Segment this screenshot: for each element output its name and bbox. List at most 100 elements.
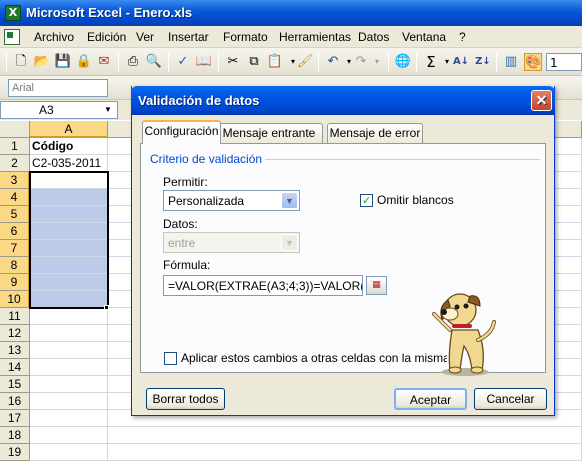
menu-archivo[interactable]: Archivo xyxy=(34,30,74,44)
workbook-icon[interactable] xyxy=(4,29,20,45)
menu-datos[interactable]: Datos xyxy=(358,30,389,44)
cell-a[interactable] xyxy=(30,291,108,308)
row-header[interactable]: 4 xyxy=(0,189,30,206)
row-header[interactable]: 15 xyxy=(0,376,30,393)
print-preview-icon[interactable]: 🔍 xyxy=(145,53,163,71)
cell-a[interactable] xyxy=(30,257,108,274)
column-header-a[interactable]: A xyxy=(30,121,108,138)
permission-icon[interactable]: 🔒 xyxy=(75,53,93,71)
select-all-corner[interactable] xyxy=(0,121,30,138)
cell-a[interactable] xyxy=(30,359,108,376)
print-icon[interactable]: ⎙ xyxy=(124,53,142,71)
fill-handle[interactable] xyxy=(104,305,109,310)
cut-icon[interactable]: ✂ xyxy=(224,53,242,71)
tab-configuracion[interactable]: Configuración xyxy=(142,120,221,144)
cell-b[interactable] xyxy=(108,427,582,444)
menu-help[interactable]: ? xyxy=(459,30,466,44)
sort-descending-icon[interactable]: Z↓ xyxy=(474,53,492,71)
row-header[interactable]: 14 xyxy=(0,359,30,376)
row-header[interactable]: 8 xyxy=(0,257,30,274)
menu-formato[interactable]: Formato xyxy=(223,30,268,44)
row-header[interactable]: 16 xyxy=(0,393,30,410)
row-header[interactable]: 12 xyxy=(0,325,30,342)
close-icon[interactable]: ✕ xyxy=(531,90,552,111)
permitir-value: Personalizada xyxy=(168,194,245,208)
cell-a[interactable] xyxy=(30,393,108,410)
cell-a[interactable] xyxy=(30,325,108,342)
excel-app-icon[interactable]: X xyxy=(5,5,21,21)
name-box-dropdown-icon[interactable]: ▼ xyxy=(101,103,115,117)
row-header[interactable]: 11 xyxy=(0,308,30,325)
cell-a[interactable] xyxy=(30,308,108,325)
menu-insertar[interactable]: Insertar xyxy=(168,30,209,44)
format-painter-icon[interactable]: 🖌 xyxy=(296,53,314,71)
redo-dropdown-icon[interactable]: ▾ xyxy=(368,53,386,71)
cell-a[interactable] xyxy=(30,240,108,257)
open-icon[interactable]: 📂 xyxy=(33,53,51,71)
hyperlink-icon[interactable]: 🌐 xyxy=(394,53,412,71)
row-header[interactable]: 13 xyxy=(0,342,30,359)
chevron-down-icon[interactable]: ▼ xyxy=(281,192,298,209)
menu-ventana[interactable]: Ventana xyxy=(402,30,446,44)
dialog-title: Validación de datos xyxy=(138,93,260,108)
chart-wizard-icon[interactable]: ▥ xyxy=(502,53,520,71)
window-title: Microsoft Excel - Enero.xls xyxy=(26,5,193,20)
new-icon[interactable]: 🗋 xyxy=(12,53,30,71)
formula-input[interactable]: =VALOR(EXTRAE(A3;4;3))=VALOR(EXTRAE( xyxy=(163,275,363,296)
row-header[interactable]: 7 xyxy=(0,240,30,257)
row-header[interactable]: 3 xyxy=(0,172,30,189)
toolbar-separator xyxy=(118,52,119,72)
tab-mensaje-error[interactable]: Mensaje de error xyxy=(327,123,423,143)
paste-icon[interactable]: 📋 xyxy=(266,53,284,71)
cell-a[interactable] xyxy=(30,444,108,461)
row-header[interactable]: 2 xyxy=(0,155,30,172)
name-box-value: A3 xyxy=(39,103,54,117)
row-header[interactable]: 1 xyxy=(0,138,30,155)
permitir-label: Permitir: xyxy=(163,175,208,189)
save-icon[interactable]: 💾 xyxy=(54,53,72,71)
cell-a[interactable]: C2-035-2011 xyxy=(30,155,108,172)
menu-edicion[interactable]: Edición xyxy=(87,30,126,44)
font-name-box[interactable]: Arial xyxy=(8,79,108,97)
clear-all-button[interactable]: Borrar todos xyxy=(146,388,225,410)
cell-a[interactable] xyxy=(30,342,108,359)
permitir-select[interactable]: Personalizada ▼ xyxy=(163,190,300,211)
data-validation-dialog: Validación de datos ✕ Mensaje entrante M… xyxy=(131,86,555,416)
copy-icon[interactable]: ⧉ xyxy=(245,53,263,71)
ok-button[interactable]: Aceptar xyxy=(394,388,467,410)
row-header[interactable]: 6 xyxy=(0,223,30,240)
cell-a[interactable] xyxy=(30,206,108,223)
row-header[interactable]: 5 xyxy=(0,206,30,223)
cell-a[interactable] xyxy=(30,189,108,206)
cell-a[interactable]: Código xyxy=(30,138,108,155)
menu-ver[interactable]: Ver xyxy=(136,30,154,44)
menu-herramientas[interactable]: Herramientas xyxy=(279,30,351,44)
sort-ascending-icon[interactable]: A↓ xyxy=(452,53,470,71)
research-icon[interactable]: 📖 xyxy=(195,53,213,71)
row-header[interactable]: 19 xyxy=(0,444,30,461)
row-header[interactable]: 18 xyxy=(0,427,30,444)
zoom-box[interactable]: 1 xyxy=(546,53,582,71)
range-selector-icon[interactable]: ▦ xyxy=(366,276,387,295)
cell-a[interactable] xyxy=(30,172,108,189)
omitir-blancos-label: Omitir blancos xyxy=(377,193,454,207)
toolbar-separator xyxy=(416,52,417,72)
spelling-icon[interactable]: ✓ xyxy=(174,53,192,71)
datos-select: entre ▼ xyxy=(163,232,300,253)
cell-a[interactable] xyxy=(30,274,108,291)
cell-a[interactable] xyxy=(30,410,108,427)
cell-b[interactable] xyxy=(108,444,582,461)
cell-a[interactable] xyxy=(30,223,108,240)
email-icon[interactable]: ✉ xyxy=(95,53,113,71)
name-box[interactable]: A3 ▼ xyxy=(0,101,118,119)
apply-all-checkbox[interactable] xyxy=(164,352,177,365)
cell-a[interactable] xyxy=(30,376,108,393)
row-header[interactable]: 10 xyxy=(0,291,30,308)
drawing-icon[interactable]: 🎨 xyxy=(524,53,542,71)
cancel-button[interactable]: Cancelar xyxy=(474,388,547,410)
row-header[interactable]: 17 xyxy=(0,410,30,427)
tab-mensaje-entrante[interactable]: Mensaje entrante xyxy=(215,123,323,143)
cell-a[interactable] xyxy=(30,427,108,444)
omitir-blancos-checkbox[interactable]: ✓ xyxy=(360,194,373,207)
row-header[interactable]: 9 xyxy=(0,274,30,291)
